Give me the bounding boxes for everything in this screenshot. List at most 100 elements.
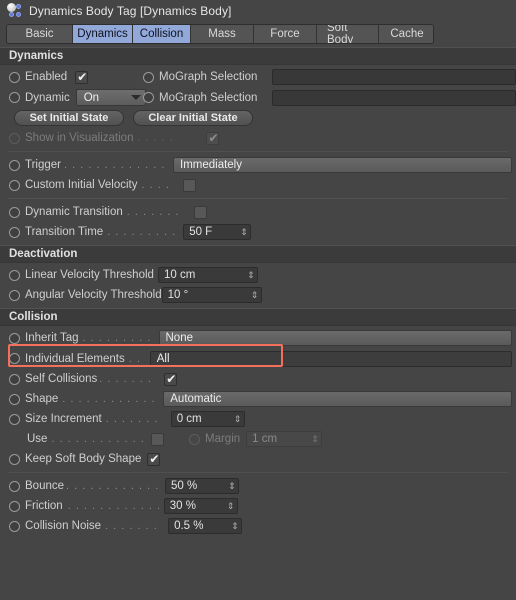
input-size-increment[interactable]: 0 cm ⇕ [170, 411, 245, 427]
dropdown-trigger[interactable]: Immediately [173, 157, 512, 173]
checkbox-enabled[interactable] [75, 70, 89, 84]
tab-cache[interactable]: Cache [379, 25, 433, 43]
value-shape: Automatic [170, 393, 222, 405]
label-friction: Friction [25, 500, 63, 512]
animation-dot-trigger[interactable] [9, 159, 20, 171]
tab-basic[interactable]: Basic [7, 25, 73, 43]
animation-dot-enabled[interactable] [9, 71, 20, 83]
label-custom-initial-velocity: Custom Initial Velocity [25, 179, 138, 191]
input-mograph-selection-1[interactable] [272, 69, 516, 85]
spinner-icon[interactable]: ⇕ [227, 502, 235, 511]
value-linear-velocity-threshold: 10 cm [164, 269, 196, 281]
animation-dot-individual-elements[interactable] [9, 353, 20, 364]
animation-dot-mograph-selection-1[interactable] [143, 71, 154, 83]
input-margin[interactable]: 1 cm ⇕ [246, 431, 323, 447]
row-size-increment: Size Increment . . . . . . . 0 cm ⇕ [0, 409, 516, 429]
animation-dot-margin[interactable] [189, 433, 200, 445]
animation-dot-show-in-visualization[interactable] [9, 132, 20, 144]
checkbox-keep-soft-body-shape[interactable] [147, 452, 161, 466]
checkbox-show-in-visualization[interactable] [206, 131, 220, 145]
label-linear-velocity-threshold: Linear Velocity Threshold [25, 269, 154, 281]
input-angular-velocity-threshold[interactable]: 10 ° ⇕ [161, 287, 262, 303]
row-dynamic: Dynamic On MoGraph Selection [0, 87, 516, 108]
animation-dot-dynamic-transition[interactable] [9, 206, 20, 218]
spinner-icon[interactable]: ⇕ [247, 271, 255, 280]
value-friction: 30 % [169, 500, 196, 512]
row-linear-velocity-threshold: Linear Velocity Threshold 10 cm ⇕ [0, 265, 516, 285]
value-bounce: 50 % [171, 480, 198, 492]
dot-leader-transition-time: . . . . . . . . . . [107, 226, 181, 238]
label-show-in-visualization: Show in Visualization [25, 132, 134, 144]
dropdown-dynamic-value: On [83, 91, 100, 104]
tab-mass[interactable]: Mass [191, 25, 254, 43]
label-size-increment: Size Increment [25, 413, 102, 425]
animation-dot-inherit-tag[interactable] [9, 332, 20, 344]
animation-dot-self-collisions[interactable] [9, 373, 20, 385]
row-dynamic-transition: Dynamic Transition . . . . . . . [0, 202, 516, 222]
group-deactivation: Linear Velocity Threshold 10 cm ⇕ Angula… [0, 263, 516, 308]
tab-force[interactable]: Force [254, 25, 317, 43]
input-collision-noise[interactable]: 0.5 % ⇕ [168, 518, 243, 534]
dot-leader-trigger: . . . . . . . . . . . . . . . [64, 159, 170, 171]
label-mograph-selection-1: MoGraph Selection [159, 71, 258, 83]
input-transition-time[interactable]: 50 F ⇕ [183, 224, 252, 240]
animation-dot-size-increment[interactable] [9, 413, 20, 425]
input-linear-velocity-threshold[interactable]: 10 cm ⇕ [158, 267, 258, 283]
label-self-collisions: Self Collisions [25, 373, 98, 385]
checkbox-self-collisions[interactable] [164, 372, 178, 386]
dropdown-trigger-value: Immediately [180, 159, 242, 171]
animation-dot-transition-time[interactable] [9, 226, 20, 238]
animation-dot-collision-noise[interactable] [9, 520, 20, 532]
spinner-icon[interactable]: ⇕ [251, 291, 259, 300]
spinner-icon[interactable]: ⇕ [311, 435, 319, 444]
checkbox-dynamic-transition[interactable] [193, 205, 207, 219]
dropdown-individual-elements[interactable]: All [149, 350, 512, 367]
spinner-icon[interactable]: ⇕ [234, 415, 242, 424]
tab-dynamics[interactable]: Dynamics [73, 25, 133, 43]
label-dynamic-transition: Dynamic Transition [25, 206, 123, 218]
input-bounce[interactable]: 50 % ⇕ [165, 478, 240, 494]
animation-dot-mograph-selection-2[interactable] [143, 92, 154, 103]
spinner-icon[interactable]: ⇕ [231, 522, 239, 531]
label-inherit-tag: Inherit Tag [25, 332, 79, 344]
dropdown-dynamic[interactable]: On [75, 89, 146, 106]
row-trigger: Trigger . . . . . . . . . . . . . . . Im… [0, 155, 516, 175]
divider-3 [8, 472, 508, 473]
animation-dot-bounce[interactable] [9, 480, 20, 492]
row-show-in-visualization: Show in Visualization . . . . . [0, 128, 516, 148]
label-dynamic: Dynamic [25, 91, 70, 104]
animation-dot-angular-velocity-threshold[interactable] [9, 289, 20, 301]
dot-leader-use: . . . . . . . . . . . . . . . [51, 433, 148, 445]
clear-initial-state-button[interactable]: Clear Initial State [133, 110, 253, 126]
dot-leader-dynamic-transition: . . . . . . . [126, 206, 180, 218]
spinner-icon[interactable]: ⇕ [240, 228, 248, 237]
animation-dot-dynamic[interactable] [9, 92, 20, 103]
animation-dot-shape[interactable] [9, 393, 20, 405]
label-keep-soft-body-shape: Keep Soft Body Shape [25, 453, 142, 465]
dot-leader-shape: . . . . . . . . . . . . . [62, 393, 161, 405]
checkbox-use[interactable] [151, 432, 165, 446]
section-header-dynamics: Dynamics [0, 47, 516, 65]
dot-leader-collision-noise: . . . . . . . [105, 520, 158, 532]
row-inherit-tag: Inherit Tag . . . . . . . . . . None [0, 328, 516, 348]
window-titlebar: Dynamics Body Tag [Dynamics Body] [0, 0, 516, 22]
dot-leader-self-collisions: . . . . . . . [99, 373, 152, 385]
tab-soft-body[interactable]: Soft Body [317, 25, 379, 43]
spinner-icon[interactable]: ⇕ [228, 482, 236, 491]
checkbox-custom-initial-velocity[interactable] [182, 178, 196, 192]
dropdown-inherit-tag[interactable]: None [158, 330, 512, 346]
row-use-margin: Use . . . . . . . . . . . . . . . Margin… [0, 429, 516, 449]
row-transition-time: Transition Time . . . . . . . . . . 50 F… [0, 222, 516, 242]
animation-dot-friction[interactable] [9, 500, 20, 512]
row-friction: Friction . . . . . . . . . . . . . 30 % … [0, 496, 516, 516]
input-friction[interactable]: 30 % ⇕ [163, 498, 238, 514]
animation-dot-linear-velocity-threshold[interactable] [9, 269, 20, 281]
dropdown-shape[interactable]: Automatic [163, 391, 512, 407]
animation-dot-keep-soft-body-shape[interactable] [9, 453, 20, 465]
set-initial-state-button[interactable]: Set Initial State [14, 110, 124, 126]
label-transition-time: Transition Time [25, 226, 104, 238]
input-mograph-selection-2[interactable] [272, 89, 516, 106]
tab-collision[interactable]: Collision [133, 25, 191, 43]
animation-dot-custom-initial-velocity[interactable] [9, 179, 20, 191]
window-title: Dynamics Body Tag [Dynamics Body] [29, 4, 232, 18]
